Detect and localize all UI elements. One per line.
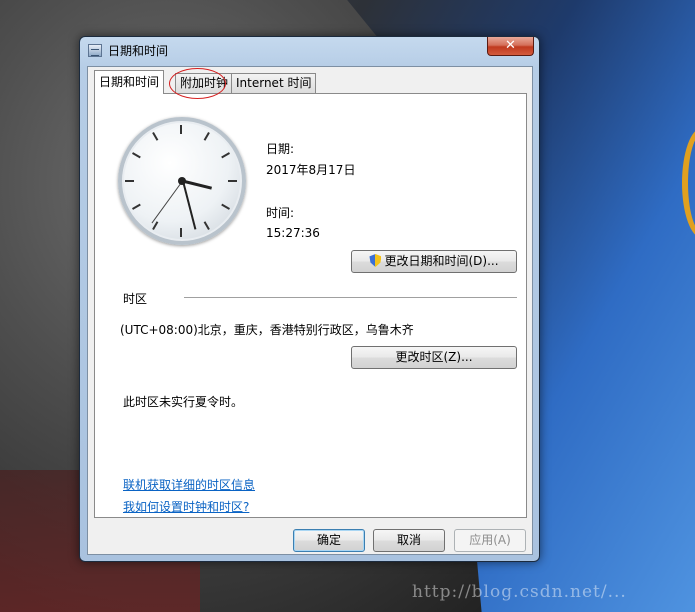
dst-note: 此时区未实行夏令时。 <box>123 395 244 409</box>
analog-clock <box>118 117 246 245</box>
close-button[interactable]: ✕ <box>487 37 534 56</box>
tab-date-time[interactable]: 日期和时间 <box>94 70 165 94</box>
clock-tick <box>152 132 159 141</box>
timezone-value: (UTC+08:00)北京，重庆，香港特别行政区，乌鲁木齐 <box>120 323 414 337</box>
dialog-body: 日期和时间 附加时钟 Internet 时间 日期: 2017年8月17日 时间… <box>87 66 533 555</box>
how-to-set-clock-link[interactable]: 我如何设置时钟和时区? <box>123 498 249 515</box>
tab-internet-time[interactable]: Internet 时间 <box>231 73 317 93</box>
time-label: 时间: <box>266 206 295 220</box>
close-icon: ✕ <box>505 38 516 53</box>
cancel-button[interactable]: 取消 <box>373 529 445 552</box>
clock-tick <box>152 221 159 230</box>
tab-additional-clocks[interactable]: 附加时钟 <box>175 73 234 93</box>
clock-tick <box>221 152 230 159</box>
clock-tick <box>132 152 141 159</box>
date-time-icon <box>88 44 102 57</box>
date-label: 日期: <box>266 142 295 156</box>
clock-minute-hand <box>181 180 196 230</box>
clock-tick <box>180 228 182 237</box>
clock-tick <box>125 180 134 182</box>
change-timezone-button[interactable]: 更改时区(Z)... <box>351 346 517 369</box>
clock-second-hand <box>151 180 183 224</box>
clock-tick <box>180 125 182 134</box>
title-bar[interactable]: 日期和时间 ✕ <box>80 37 539 63</box>
change-date-time-label: 更改日期和时间(D)... <box>384 254 499 268</box>
date-time-dialog: 日期和时间 ✕ 日期和时间 附加时钟 Internet 时间 日期: 2017年… <box>79 36 540 562</box>
clock-tick <box>132 203 141 210</box>
clock-tick <box>221 203 230 210</box>
timezone-section-label: 时区 <box>123 292 148 306</box>
clock-hour-hand <box>182 179 212 190</box>
time-value: 15:27:36 <box>266 226 320 240</box>
change-date-time-button[interactable]: 更改日期和时间(D)... <box>351 250 517 273</box>
clock-tick <box>228 180 237 182</box>
clock-tick <box>203 132 210 141</box>
desktop-orange-shape <box>682 128 695 238</box>
clock-tick <box>203 221 210 230</box>
timezone-divider <box>184 297 517 298</box>
uac-shield-icon <box>369 254 382 267</box>
tab-panel-date-time: 日期: 2017年8月17日 时间: 15:27:36 更改日期和时间(D)..… <box>94 93 527 518</box>
window-title: 日期和时间 <box>108 44 169 58</box>
date-value: 2017年8月17日 <box>266 163 356 177</box>
ok-button[interactable]: 确定 <box>293 529 365 552</box>
apply-button[interactable]: 应用(A) <box>454 529 526 552</box>
clock-hub <box>178 177 186 185</box>
watermark: http://blog.csdn.net/... <box>412 582 627 602</box>
online-timezone-info-link[interactable]: 联机获取详细的时区信息 <box>123 476 255 493</box>
